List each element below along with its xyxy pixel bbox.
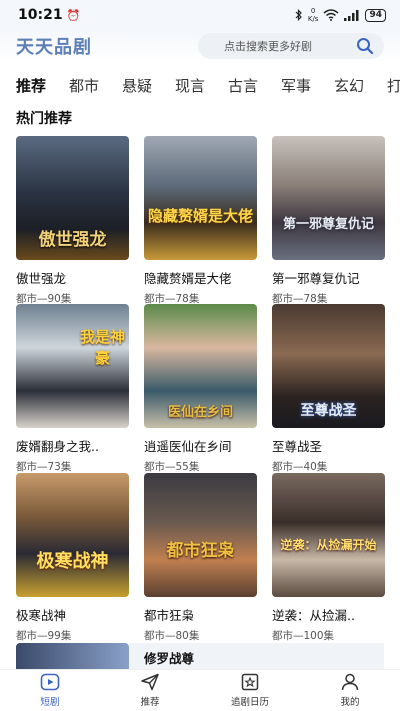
poster-caption: 极寒战神 <box>36 551 109 572</box>
speed-unit: K/s <box>307 15 319 23</box>
tab-label: 古言 <box>228 76 259 95</box>
calendar-star-icon <box>241 673 259 691</box>
drama-card[interactable]: 逆袭：从捡漏开始 逆袭：从捡漏.. 都市—100集 <box>272 473 385 643</box>
nav-recommend[interactable]: 推荐 <box>100 670 200 711</box>
signal-icon <box>344 9 360 21</box>
card-meta: 都市—99集 <box>16 630 72 642</box>
card-title: 都市狂枭 <box>144 608 195 623</box>
send-icon <box>141 673 159 691</box>
bluetooth-icon <box>295 9 303 21</box>
poster-image[interactable]: 至尊战圣 <box>272 304 385 428</box>
poster-caption: 隐藏赘婿是大佬 <box>147 207 253 225</box>
poster-caption: 至尊战圣 <box>300 403 357 419</box>
drama-card[interactable]: 我是神豪 废婿翻身之我.. 都市—73集 <box>16 304 129 474</box>
card-title: 至尊战圣 <box>272 439 323 454</box>
poster-caption: 逆袭：从捡漏开始 <box>280 538 377 552</box>
poster-image[interactable]: 我是神豪 <box>16 304 129 428</box>
tab-label: 军事 <box>281 76 312 95</box>
poster-image[interactable]: 都市狂枭 <box>144 473 257 597</box>
poster-image[interactable]: 傲世强龙 <box>16 136 129 260</box>
nav-label: 追剧日历 <box>230 697 269 708</box>
tab-military[interactable]: 军事 <box>281 75 334 96</box>
poster-caption: 医仙在乡间 <box>167 405 233 420</box>
tab-label: 玄幻 <box>334 76 365 95</box>
drama-card[interactable]: 第一邪尊复仇记 第一邪尊复仇记 都市—78集 <box>272 136 385 306</box>
poster-image[interactable]: 逆袭：从捡漏开始 <box>272 473 385 597</box>
drama-card[interactable]: 极寒战神 极寒战神 都市—99集 <box>16 473 129 643</box>
poster-caption: 傲世强龙 <box>38 230 107 250</box>
alarm-icon: ⏰ <box>66 8 81 22</box>
next-drama-title: 修罗战尊 <box>144 651 195 666</box>
tab-label: 悬疑 <box>122 76 153 95</box>
tab-more[interactable]: 打 <box>387 75 400 96</box>
card-meta: 都市—80集 <box>144 630 200 642</box>
card-title: 隐藏赘婿是大佬 <box>144 271 232 286</box>
tab-ancient-romance[interactable]: 古言 <box>228 75 281 96</box>
poster-image[interactable]: 医仙在乡间 <box>144 304 257 428</box>
battery-indicator: 94 <box>365 8 386 22</box>
poster-image[interactable]: 隐藏赘婿是大佬 <box>144 136 257 260</box>
nav-label: 短剧 <box>40 697 60 708</box>
tab-label: 打 <box>387 76 400 95</box>
poster-caption: 都市狂枭 <box>166 541 235 561</box>
network-speed: 0 K/s <box>308 7 319 23</box>
nav-label: 推荐 <box>140 697 160 708</box>
status-time: 10:21 <box>18 7 63 23</box>
nav-calendar[interactable]: 追剧日历 <box>200 670 300 711</box>
card-title: 逍遥医仙在乡间 <box>144 439 232 454</box>
card-title: 逆袭：从捡漏.. <box>272 608 355 623</box>
tab-label: 现言 <box>175 76 206 95</box>
card-meta: 都市—55集 <box>144 461 200 473</box>
card-meta: 都市—40集 <box>272 461 328 473</box>
status-right: 0 K/s 94 <box>295 7 386 23</box>
tab-recommend[interactable]: 推荐 <box>16 75 69 96</box>
next-drama-row[interactable]: 修罗战尊 <box>16 643 384 669</box>
tab-label: 推荐 <box>16 76 47 95</box>
wifi-icon <box>323 9 339 21</box>
tab-fantasy[interactable]: 玄幻 <box>334 75 387 96</box>
poster-caption: 我是神豪 <box>79 328 125 367</box>
search-icon[interactable] <box>356 37 374 55</box>
nav-label: 我的 <box>340 697 360 708</box>
tab-label: 都市 <box>69 76 100 95</box>
poster-caption: 第一邪尊复仇记 <box>282 217 374 232</box>
card-meta: 都市—100集 <box>272 630 335 642</box>
card-title: 废婿翻身之我.. <box>16 439 99 454</box>
card-title: 第一邪尊复仇记 <box>272 271 360 286</box>
app-title: 天天品剧 <box>16 37 92 58</box>
drama-card[interactable]: 都市狂枭 都市狂枭 都市—80集 <box>144 473 257 643</box>
drama-card[interactable]: 至尊战圣 至尊战圣 都市—40集 <box>272 304 385 474</box>
header: 天天品剧 点击搜索更多好剧 <box>0 30 400 62</box>
user-icon <box>341 673 359 691</box>
tab-suspense[interactable]: 悬疑 <box>122 75 175 96</box>
card-title: 傲世强龙 <box>16 271 67 286</box>
nav-short-drama[interactable]: 短剧 <box>0 670 100 711</box>
poster-image[interactable]: 第一邪尊复仇记 <box>272 136 385 260</box>
next-poster-image[interactable] <box>16 643 129 669</box>
category-tabs: 推荐 都市 悬疑 现言 古言 军事 玄幻 打 <box>0 70 400 100</box>
bottom-nav: 短剧 推荐 追剧日历 我的 <box>0 669 400 711</box>
poster-image[interactable]: 极寒战神 <box>16 473 129 597</box>
card-title: 极寒战神 <box>16 608 67 623</box>
section-title: 热门推荐 <box>16 111 72 127</box>
speed-value: 0 <box>310 7 316 15</box>
drama-card[interactable]: 医仙在乡间 逍遥医仙在乡间 都市—55集 <box>144 304 257 474</box>
drama-card[interactable]: 隐藏赘婿是大佬 隐藏赘婿是大佬 都市—78集 <box>144 136 257 306</box>
search-input[interactable]: 点击搜索更多好剧 <box>198 33 384 59</box>
nav-profile[interactable]: 我的 <box>300 670 400 711</box>
card-meta: 都市—73集 <box>16 461 72 473</box>
tab-modern-romance[interactable]: 现言 <box>175 75 228 96</box>
search-placeholder: 点击搜索更多好剧 <box>224 40 312 53</box>
play-icon <box>40 673 60 691</box>
status-bar: 10:21 ⏰ 0 K/s 94 <box>0 0 400 30</box>
drama-card[interactable]: 傲世强龙 傲世强龙 都市—90集 <box>16 136 129 306</box>
tab-urban[interactable]: 都市 <box>69 75 122 96</box>
